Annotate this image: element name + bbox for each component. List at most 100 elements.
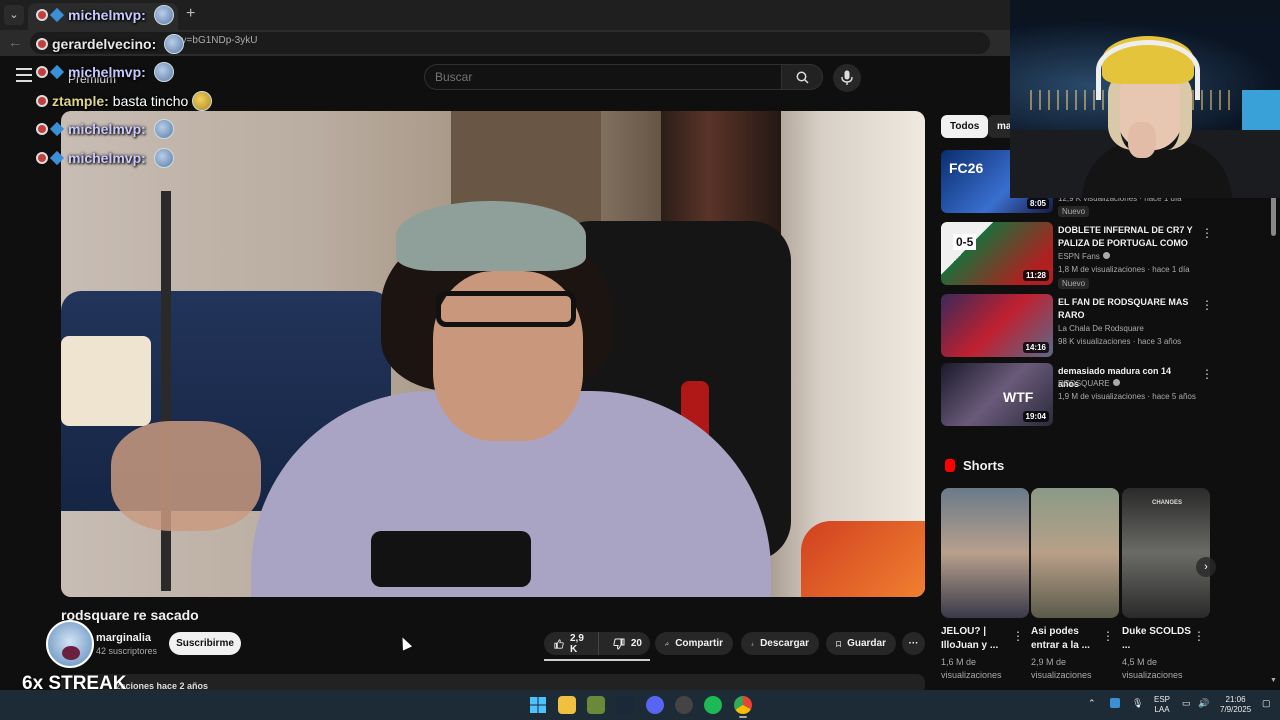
short-thumbnail[interactable]: [941, 488, 1029, 618]
hamburger-menu-icon[interactable]: [16, 68, 32, 82]
verified-icon: [1112, 379, 1120, 386]
like-button[interactable]: 2,9 K: [544, 632, 599, 655]
moderator-badge-icon: [36, 66, 48, 78]
screen: ⌄ + ← ?v=bG1NDp-3ykU Premium Buscar mich…: [0, 0, 1280, 720]
subscribe-button[interactable]: Suscribirme: [169, 632, 241, 655]
spotify-icon[interactable]: [704, 696, 722, 714]
discord-icon[interactable]: [646, 696, 664, 714]
app-icon[interactable]: [587, 696, 605, 714]
steam-icon[interactable]: [616, 696, 634, 714]
active-app-indicator: [739, 716, 747, 718]
video-title[interactable]: DOBLETE INFERNAL DE CR7 Y PALIZA DE PORT…: [1058, 224, 1193, 250]
more-options-icon[interactable]: ⋮: [1201, 298, 1213, 312]
video-thumbnail[interactable]: WTF 19:04: [941, 363, 1053, 426]
chat-message: michelmvp:: [36, 4, 174, 26]
emote-icon: [164, 34, 185, 54]
shorts-next-button[interactable]: ›: [1196, 557, 1216, 577]
short-thumbnail[interactable]: CHANGES: [1122, 488, 1210, 618]
more-options-icon[interactable]: ⋮: [1201, 367, 1213, 381]
thumbs-up-icon: [554, 638, 564, 649]
bookmark-icon: [836, 640, 841, 647]
thumbnail-text: 0-5: [953, 234, 977, 250]
video-duration: 14:16: [1022, 342, 1049, 353]
thumbnail-text: WTF: [1003, 389, 1034, 405]
chip-all[interactable]: Todos: [941, 115, 989, 138]
obs-icon[interactable]: [675, 696, 693, 714]
channel-name[interactable]: marginalia: [96, 632, 151, 644]
voice-search-button[interactable]: [833, 64, 861, 92]
volume-icon[interactable]: 🔊: [1198, 698, 1209, 709]
channel-name[interactable]: ESPN Fans: [1058, 252, 1110, 261]
video-player[interactable]: [61, 111, 925, 597]
chat-message: michelmvp:: [36, 147, 174, 169]
recommended-video[interactable]: 0-5 11:28 DOBLETE INFERNAL DE CR7 Y PALI…: [941, 222, 1213, 289]
video-meta: 1,8 M de visualizaciones · hace 1 día: [1058, 265, 1190, 274]
back-arrow-icon[interactable]: ←: [8, 34, 22, 50]
more-options-icon[interactable]: ⋮: [1102, 629, 1114, 643]
search-box[interactable]: [424, 64, 782, 90]
more-options-icon[interactable]: ⋮: [1012, 629, 1024, 643]
channel-avatar[interactable]: [46, 620, 94, 668]
tray-app-icon[interactable]: [1110, 698, 1120, 708]
download-icon: [751, 642, 754, 645]
tab-search-dropdown[interactable]: ⌄: [4, 5, 24, 25]
chat-text: basta tincho: [112, 93, 189, 109]
thumbs-down-icon: [613, 638, 625, 650]
new-badge: Nuevo: [1058, 278, 1090, 289]
verified-icon: [1102, 252, 1110, 259]
video-title[interactable]: EL FAN DE RODSQUARE MAS RARO: [1058, 296, 1193, 322]
clock[interactable]: 21:06 7/9/2025: [1220, 695, 1251, 715]
microphone-icon: [841, 70, 853, 85]
search-button[interactable]: [781, 64, 823, 90]
page-scrollbar[interactable]: [1271, 196, 1276, 236]
chat-username: michelmvp:: [68, 150, 146, 166]
keyboard-language[interactable]: ESP LAA: [1154, 695, 1170, 715]
share-label: Compartir: [675, 638, 723, 649]
channel-name[interactable]: La Chala De Rodsquare: [1058, 324, 1144, 333]
chat-username: michelmvp:: [68, 64, 146, 80]
more-options-icon[interactable]: ⋮: [1201, 226, 1213, 240]
notifications-icon[interactable]: ▢: [1262, 698, 1271, 709]
shorts-section-header: Shorts: [945, 458, 1004, 473]
moderator-badge-icon: [36, 152, 48, 164]
more-actions-button[interactable]: ···: [902, 632, 925, 655]
like-ratio-bar: [544, 659, 650, 661]
dislike-button[interactable]: 20: [605, 632, 650, 655]
more-options-icon[interactable]: ⋮: [1193, 629, 1205, 643]
recommended-video[interactable]: 14:16 EL FAN DE RODSQUARE MAS RARO La Ch…: [941, 294, 1213, 358]
video-thumbnail[interactable]: 14:16: [941, 294, 1053, 357]
share-button[interactable]: Compartir: [655, 632, 733, 655]
video-duration: 8:05: [1026, 198, 1049, 209]
moderator-badge-icon: [36, 9, 48, 21]
shorts-logo-icon: [945, 459, 955, 472]
moderator-badge-icon: [36, 95, 48, 107]
windows-start-icon[interactable]: [529, 696, 547, 714]
short-title[interactable]: JELOU? | IlloJuan y ...: [941, 625, 1011, 653]
network-icon[interactable]: ▭: [1182, 698, 1191, 709]
scroll-down-arrow-icon[interactable]: ▼: [1270, 677, 1277, 684]
download-button[interactable]: Descargar: [741, 632, 819, 655]
chrome-icon[interactable]: [734, 696, 752, 714]
short-views: 4,5 M de visualizaciones: [1122, 657, 1183, 680]
show-hidden-icons-icon[interactable]: ⌃: [1088, 698, 1096, 709]
search-input[interactable]: [435, 70, 765, 84]
short-views: 1,6 M de visualizaciones: [941, 657, 1002, 680]
microphone-icon[interactable]: 🎙: [1132, 698, 1143, 709]
emote-icon: [153, 148, 174, 168]
new-tab-button[interactable]: +: [186, 5, 195, 23]
save-button[interactable]: Guardar: [826, 632, 896, 655]
moderator-badge-icon: [36, 38, 48, 50]
short-title[interactable]: Asi podes entrar a la ...: [1031, 625, 1101, 653]
short-thumbnail[interactable]: [1031, 488, 1119, 618]
video-thumbnail[interactable]: 0-5 11:28: [941, 222, 1053, 285]
emote-icon: [153, 119, 174, 139]
file-explorer-icon[interactable]: [558, 696, 576, 714]
subscriber-badge-icon: [49, 121, 65, 137]
chat-username: michelmvp:: [68, 7, 146, 23]
emote-icon: [153, 5, 174, 25]
short-title[interactable]: Duke SCOLDS ...: [1122, 625, 1192, 653]
channel-name[interactable]: RODSQUARE: [1058, 379, 1120, 388]
chat-username: gerardelvecino:: [52, 36, 157, 52]
recommended-video[interactable]: WTF 19:04 demasiado madura con 14 años R…: [941, 363, 1213, 427]
short-views: 2,9 M de visualizaciones: [1031, 657, 1092, 680]
